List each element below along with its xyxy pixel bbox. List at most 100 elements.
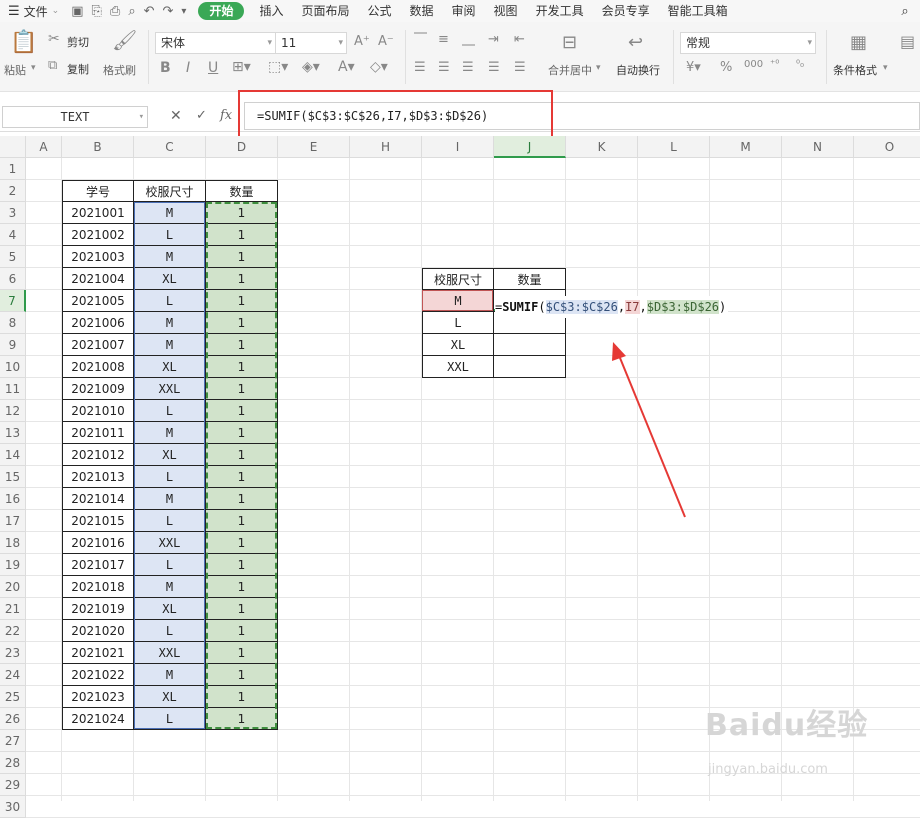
table-cell-quantity[interactable]: 1 — [206, 334, 278, 356]
percent-icon[interactable]: % — [720, 60, 732, 75]
tab-review[interactable]: 审阅 — [443, 0, 485, 22]
format-painter-button[interactable]: 格式刷 — [103, 62, 136, 78]
undo-icon[interactable]: ↶ — [144, 4, 155, 19]
decrease-decimal-icon[interactable]: ⁰₀ — [796, 59, 804, 70]
tab-formulas[interactable]: 公式 — [359, 0, 401, 22]
row-header-6[interactable]: 6 — [0, 268, 26, 290]
row-header-22[interactable]: 22 — [0, 620, 26, 642]
increase-font-icon[interactable]: A⁺ — [354, 34, 370, 49]
print-preview-icon[interactable]: ⌕ — [128, 4, 135, 19]
summary-size-cell[interactable]: L — [422, 312, 494, 334]
row-header-27[interactable]: 27 — [0, 730, 26, 752]
table-cell-quantity[interactable]: 1 — [206, 268, 278, 290]
table-header-cell[interactable]: 数量 — [206, 180, 278, 202]
row-header-13[interactable]: 13 — [0, 422, 26, 444]
font-color-icon[interactable]: A▾ — [338, 59, 355, 75]
table-cell-student-id[interactable]: 2021016 — [62, 532, 134, 554]
table-cell-size[interactable]: L — [134, 708, 206, 730]
conditional-format-dropdown-icon[interactable]: ▾ — [883, 63, 888, 73]
row-header-3[interactable]: 3 — [0, 202, 26, 224]
table-cell-size[interactable]: XL — [134, 686, 206, 708]
row-header-8[interactable]: 8 — [0, 312, 26, 334]
table-cell-quantity[interactable]: 1 — [206, 598, 278, 620]
align-center-icon[interactable]: ☰ — [438, 60, 450, 75]
insert-function-icon[interactable]: fx — [220, 108, 232, 123]
currency-icon[interactable]: ¥▾ — [686, 60, 701, 75]
table-cell-student-id[interactable]: 2021010 — [62, 400, 134, 422]
border-icon[interactable]: ⊞▾ — [232, 59, 251, 75]
print-icon[interactable]: ⎙ — [110, 4, 120, 19]
column-header-o[interactable]: O — [854, 136, 920, 158]
table-cell-size[interactable]: L — [134, 620, 206, 642]
merge-dropdown-icon[interactable]: ▾ — [596, 63, 601, 73]
underline-icon[interactable]: U — [208, 60, 218, 76]
summary-size-cell[interactable]: XXL — [422, 356, 494, 378]
row-header-17[interactable]: 17 — [0, 510, 26, 532]
bold-icon[interactable]: B — [160, 60, 171, 76]
distribute-icon[interactable]: ☰ — [514, 60, 526, 75]
cut-button[interactable]: 剪切 — [67, 34, 89, 50]
table-cell-size[interactable]: M — [134, 664, 206, 686]
table-cell-quantity[interactable]: 1 — [206, 312, 278, 334]
confirm-icon[interactable]: ✓ — [196, 108, 207, 123]
table-cell-quantity[interactable]: 1 — [206, 356, 278, 378]
table-cell-student-id[interactable]: 2021019 — [62, 598, 134, 620]
row-header-28[interactable]: 28 — [0, 752, 26, 774]
table-cell-size[interactable]: M — [134, 312, 206, 334]
paste-button[interactable]: 粘贴 — [4, 62, 26, 78]
column-header-k[interactable]: K — [566, 136, 638, 158]
tab-insert[interactable]: 插入 — [250, 0, 292, 22]
table-cell-size[interactable]: XXL — [134, 378, 206, 400]
table-cell-quantity[interactable]: 1 — [206, 290, 278, 312]
align-top-icon[interactable]: ⎺ — [414, 32, 427, 47]
tab-home[interactable]: 开始 — [198, 2, 245, 20]
tab-smart-toolbox[interactable]: 智能工具箱 — [659, 0, 737, 22]
search-icon[interactable]: ⌕ — [890, 0, 920, 22]
name-box[interactable]: TEXT ▾ — [2, 106, 148, 128]
paste-icon[interactable]: 📋 — [10, 30, 37, 55]
row-header-20[interactable]: 20 — [0, 576, 26, 598]
align-middle-icon[interactable]: ≡ — [438, 32, 449, 47]
row-header-24[interactable]: 24 — [0, 664, 26, 686]
table-cell-student-id[interactable]: 2021018 — [62, 576, 134, 598]
table-cell-student-id[interactable]: 2021009 — [62, 378, 134, 400]
table-cell-size[interactable]: M — [134, 334, 206, 356]
row-header-25[interactable]: 25 — [0, 686, 26, 708]
export-icon[interactable]: ⎘ — [92, 4, 102, 19]
table-cell-size[interactable]: L — [134, 400, 206, 422]
tab-data[interactable]: 数据 — [401, 0, 443, 22]
column-header-m[interactable]: M — [710, 136, 782, 158]
row-header-23[interactable]: 23 — [0, 642, 26, 664]
table-cell-size[interactable]: XL — [134, 598, 206, 620]
tab-member[interactable]: 会员专享 — [593, 0, 659, 22]
table-cell-size[interactable]: M — [134, 576, 206, 598]
table-cell-size[interactable]: L — [134, 554, 206, 576]
table-cell-quantity[interactable]: 1 — [206, 510, 278, 532]
table-cell-size[interactable]: L — [134, 290, 206, 312]
redo-icon[interactable]: ↷ — [163, 4, 174, 19]
table-cell-student-id[interactable]: 2021003 — [62, 246, 134, 268]
table-cell-student-id[interactable]: 2021007 — [62, 334, 134, 356]
table-cell-quantity[interactable]: 1 — [206, 202, 278, 224]
column-header-h[interactable]: H — [350, 136, 422, 158]
table-cell-size[interactable]: XXL — [134, 532, 206, 554]
thousands-icon[interactable]: 000 — [744, 59, 763, 70]
column-header-j[interactable]: J — [494, 136, 566, 158]
file-menu[interactable]: ☰ 文件 ⌄ — [0, 0, 65, 22]
table-cell-student-id[interactable]: 2021011 — [62, 422, 134, 444]
table-header-cell[interactable]: 校服尺寸 — [134, 180, 206, 202]
table-cell-student-id[interactable]: 2021002 — [62, 224, 134, 246]
table-cell-student-id[interactable]: 2021001 — [62, 202, 134, 224]
save-icon[interactable]: ▣ — [71, 4, 83, 19]
summary-size-cell[interactable]: M — [422, 290, 494, 312]
conditional-format-button[interactable]: 条件格式 — [833, 62, 877, 78]
outdent-icon[interactable]: ⇤ — [514, 32, 525, 47]
table-cell-student-id[interactable]: 2021004 — [62, 268, 134, 290]
table-cell-size[interactable]: M — [134, 488, 206, 510]
row-header-21[interactable]: 21 — [0, 598, 26, 620]
table-cell-size[interactable]: L — [134, 466, 206, 488]
align-bottom-icon[interactable]: ⎽ — [462, 32, 475, 47]
paste-dropdown-icon[interactable]: ▾ — [31, 63, 36, 73]
table-cell-quantity[interactable]: 1 — [206, 642, 278, 664]
italic-icon[interactable]: I — [186, 60, 190, 76]
